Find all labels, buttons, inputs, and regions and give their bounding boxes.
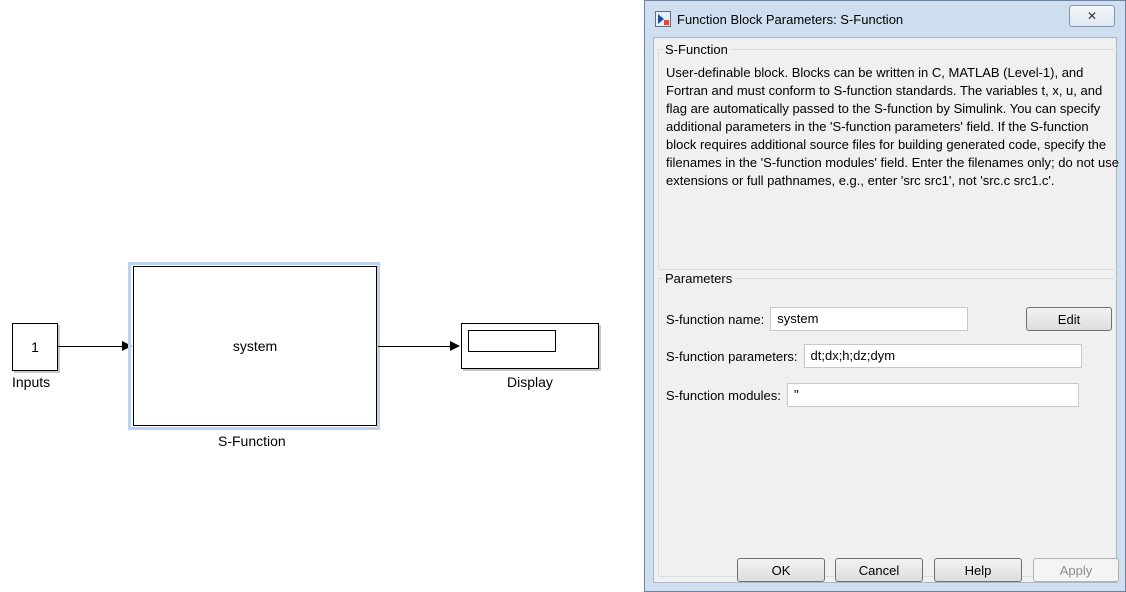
help-button[interactable]: Help: [934, 558, 1022, 582]
close-button[interactable]: ✕: [1069, 5, 1115, 27]
apply-button[interactable]: Apply: [1033, 558, 1119, 582]
sfunction-parameters-input[interactable]: dt;dx;h;dz;dym: [803, 344, 1082, 368]
display-block-label: Display: [507, 374, 553, 390]
simulink-app-icon: [655, 11, 671, 27]
sfunction-name-row: S-function name: system: [666, 307, 969, 331]
block-parameters-dialog: Function Block Parameters: S-Function ✕ …: [644, 0, 1126, 592]
sfunction-block-text: system: [232, 338, 278, 354]
sfunction-name-input[interactable]: system: [770, 307, 969, 331]
ok-button[interactable]: OK: [737, 558, 825, 582]
sfunction-block[interactable]: system: [133, 266, 377, 426]
sfunction-parameters-row: S-function parameters: dt;dx;h;dz;dym: [666, 344, 1082, 368]
dialog-body: S-Function User-definable block. Blocks …: [653, 37, 1122, 583]
signal-line-inputs-to-sfunction[interactable]: [57, 346, 123, 347]
signal-line-sfunction-to-display[interactable]: [378, 346, 451, 347]
arrowhead-icon: [450, 341, 460, 351]
display-screen: [468, 330, 556, 352]
dialog-titlebar[interactable]: Function Block Parameters: S-Function ✕: [645, 1, 1125, 37]
sfunction-modules-row: S-function modules: '': [666, 383, 1079, 407]
sfunction-modules-input[interactable]: '': [786, 383, 1079, 407]
sfunction-name-label: S-function name:: [666, 311, 765, 327]
dialog-title: Function Block Parameters: S-Function: [677, 11, 904, 27]
display-block[interactable]: [461, 323, 599, 369]
inputs-constant-block[interactable]: 1: [12, 323, 58, 371]
inputs-block-label: Inputs: [12, 374, 51, 390]
inputs-value: 1: [31, 339, 39, 355]
sfunction-block-label: S-Function: [218, 433, 286, 449]
block-description: User-definable block. Blocks can be writ…: [666, 65, 1119, 188]
section-title: S-Function: [665, 42, 728, 57]
cancel-button[interactable]: Cancel: [835, 558, 923, 582]
model-canvas[interactable]: 1 Inputs system S-Function Display: [0, 0, 640, 592]
parameters-title: Parameters: [665, 271, 733, 286]
sfunction-parameters-label: S-function parameters:: [666, 348, 798, 364]
close-icon: ✕: [1086, 9, 1098, 23]
edit-button[interactable]: Edit: [1026, 307, 1112, 331]
sfunction-modules-label: S-function modules:: [666, 387, 781, 403]
